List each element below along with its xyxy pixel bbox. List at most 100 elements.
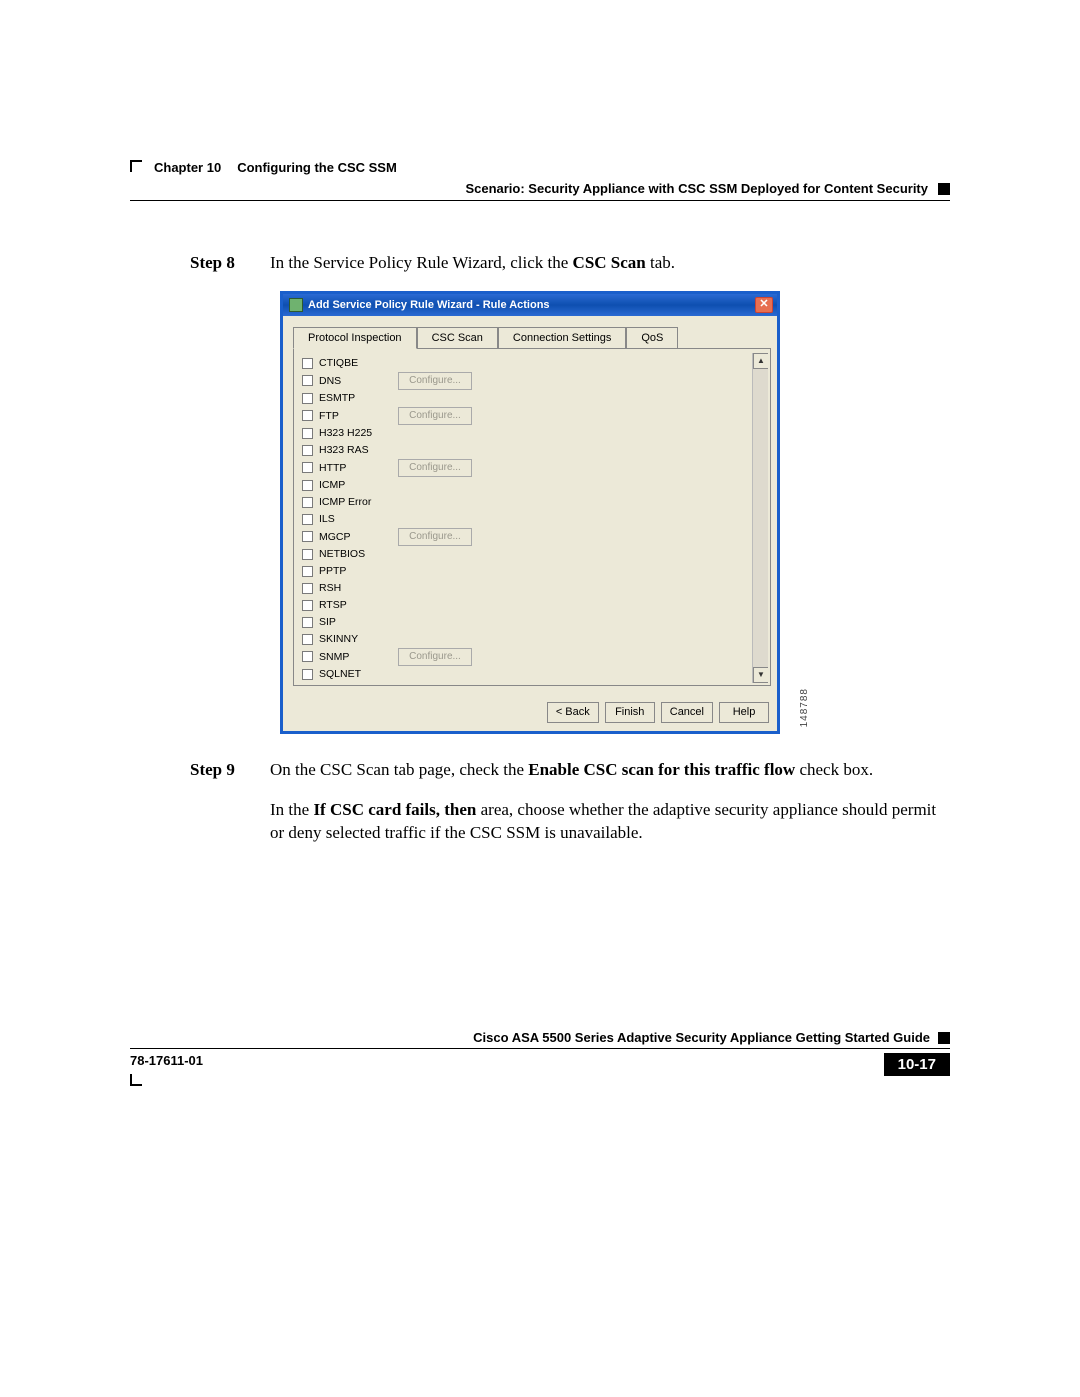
page-number: 10-17 [884, 1053, 950, 1076]
protocol-row: H323 RAS [302, 442, 392, 459]
scroll-up-icon[interactable]: ▲ [753, 353, 768, 369]
protocol-checkbox[interactable] [302, 651, 313, 662]
step9-bold: Enable CSC scan for this traffic flow [528, 760, 795, 779]
figure-id: 148788 [799, 688, 810, 727]
protocol-checkbox[interactable] [302, 669, 313, 680]
protocol-row: ILS [302, 511, 392, 528]
protocol-checkbox[interactable] [302, 410, 313, 421]
protocol-checkbox[interactable] [302, 566, 313, 577]
protocol-row: NETBIOS [302, 546, 392, 563]
dialog-title: Add Service Policy Rule Wizard - Rule Ac… [308, 299, 550, 311]
step8-pre: In the Service Policy Rule Wizard, click… [270, 253, 573, 272]
protocol-row: CTIQBE [302, 355, 392, 372]
protocol-checkbox[interactable] [302, 549, 313, 560]
protocol-checkbox[interactable] [302, 617, 313, 628]
chapter-title: Configuring the CSC SSM [237, 160, 397, 175]
step9-para2: In the If CSC card fails, then area, cho… [270, 798, 950, 846]
configure-button[interactable]: Configure... [398, 372, 472, 390]
protocol-label: DNS [319, 375, 341, 387]
footer-docnum: 78-17611-01 [130, 1053, 203, 1076]
protocol-checkbox[interactable] [302, 497, 313, 508]
protocol-label: HTTP [319, 462, 346, 474]
protocol-label: ICMP Error [319, 496, 371, 508]
protocol-checkbox[interactable] [302, 393, 313, 404]
tab-csc-scan[interactable]: CSC Scan [417, 327, 498, 349]
protocol-checkbox[interactable] [302, 583, 313, 594]
protocol-label: RTSP [319, 599, 347, 611]
configure-button[interactable]: Configure... [398, 407, 472, 425]
protocol-row: SNMP [302, 648, 392, 665]
protocol-checkbox[interactable] [302, 634, 313, 645]
p2-pre: In the [270, 800, 313, 819]
chapter-label: Chapter 10 [154, 160, 221, 175]
step9-post: check box. [795, 760, 873, 779]
protocol-checkbox[interactable] [302, 358, 313, 369]
protocol-row: PPTP [302, 563, 392, 580]
cancel-button[interactable]: Cancel [661, 702, 713, 723]
protocol-row: ICMP Error [302, 494, 392, 511]
step8-text: In the Service Policy Rule Wizard, click… [270, 251, 950, 275]
protocol-row: HTTP [302, 459, 392, 476]
protocol-label: H323 H225 [319, 427, 372, 439]
protocol-row: H323 H225 [302, 425, 392, 442]
protocol-label: CTIQBE [319, 357, 358, 369]
protocol-checkbox[interactable] [302, 531, 313, 542]
protocol-label: SIP [319, 616, 336, 628]
protocol-row: RSH [302, 580, 392, 597]
tab-protocol-inspection[interactable]: Protocol Inspection [293, 327, 417, 349]
tab-connection-settings[interactable]: Connection Settings [498, 327, 626, 349]
back-button[interactable]: < Back [547, 702, 599, 723]
tab-qos[interactable]: QoS [626, 327, 678, 349]
configure-button[interactable]: Configure... [398, 648, 472, 666]
step9-label: Step 9 [190, 758, 270, 782]
protocol-row: FTP [302, 407, 392, 424]
protocol-checkbox[interactable] [302, 600, 313, 611]
protocol-checkbox[interactable] [302, 428, 313, 439]
protocol-label: ICMP [319, 479, 345, 491]
close-icon[interactable]: ✕ [755, 297, 773, 313]
protocol-label: FTP [319, 410, 339, 422]
footer-rule [130, 1048, 950, 1049]
protocol-checkbox[interactable] [302, 480, 313, 491]
footer-guide-title: Cisco ASA 5500 Series Adaptive Security … [473, 1030, 930, 1045]
protocol-row: DNS [302, 372, 392, 389]
protocol-checkbox[interactable] [302, 375, 313, 386]
protocol-label: ILS [319, 513, 335, 525]
protocol-checkbox[interactable] [302, 462, 313, 473]
protocol-label: RSH [319, 582, 341, 594]
footer-square-icon [938, 1032, 950, 1044]
protocol-row: RTSP [302, 597, 392, 614]
p2-bold: If CSC card fails, then [313, 800, 476, 819]
protocol-checkbox[interactable] [302, 445, 313, 456]
protocol-label: ESMTP [319, 392, 355, 404]
titlebar[interactable]: Add Service Policy Rule Wizard - Rule Ac… [283, 294, 777, 316]
scroll-down-icon[interactable]: ▼ [753, 667, 768, 683]
step8-post: tab. [646, 253, 675, 272]
protocol-checkbox[interactable] [302, 514, 313, 525]
protocol-row: ESMTP [302, 390, 392, 407]
scrollbar[interactable]: ▲ ▼ [752, 353, 768, 683]
protocol-row: MGCP [302, 528, 392, 545]
protocol-label: H323 RAS [319, 444, 369, 456]
configure-button[interactable]: Configure... [398, 528, 472, 546]
header-square-icon [938, 183, 950, 195]
protocol-label: MGCP [319, 531, 351, 543]
protocol-list: CTIQBE DNS Configure... ESMTP FTP Configure..… [302, 353, 752, 683]
protocol-row: SIP [302, 614, 392, 631]
step9-pre: On the CSC Scan tab page, check the [270, 760, 528, 779]
protocol-row: ICMP [302, 477, 392, 494]
protocol-label: SQLNET [319, 668, 361, 680]
protocol-label: SNMP [319, 651, 349, 663]
step8-label: Step 8 [190, 251, 270, 275]
scenario-title: Scenario: Security Appliance with CSC SS… [465, 181, 928, 196]
protocol-row: SKINNY [302, 631, 392, 648]
protocol-label: SKINNY [319, 633, 358, 645]
protocol-label: PPTP [319, 565, 346, 577]
protocol-row: SQLNET [302, 666, 392, 683]
header-rule [130, 200, 950, 201]
step9-text: On the CSC Scan tab page, check the Enab… [270, 758, 950, 782]
help-button[interactable]: Help [719, 702, 769, 723]
configure-button[interactable]: Configure... [398, 459, 472, 477]
protocol-label: NETBIOS [319, 548, 365, 560]
finish-button[interactable]: Finish [605, 702, 655, 723]
